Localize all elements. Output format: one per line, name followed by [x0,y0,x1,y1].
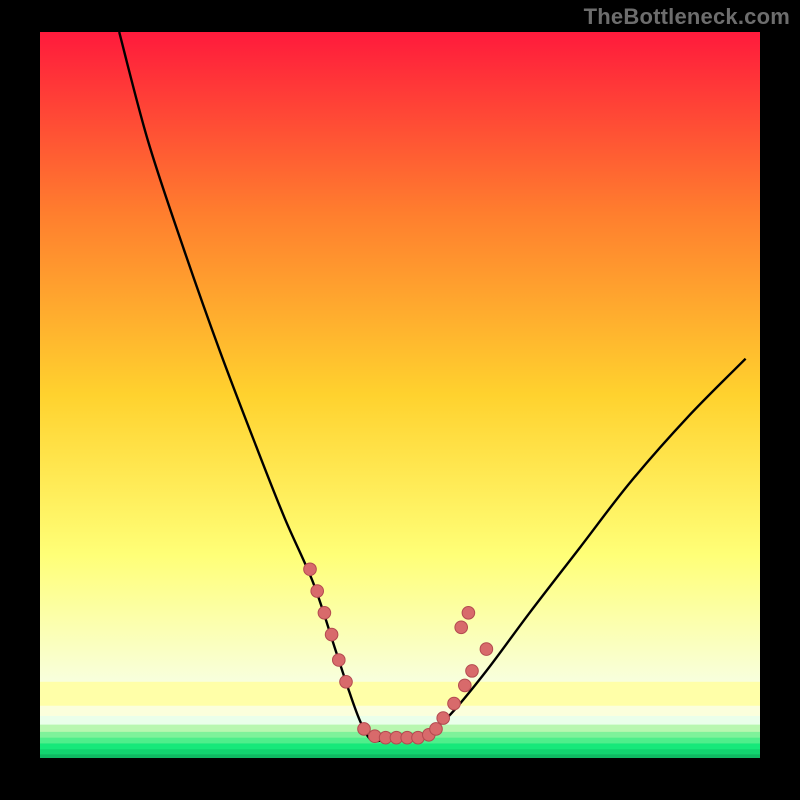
scatter-dot [304,563,317,576]
scatter-dot [430,723,443,736]
scatter-dot [437,712,450,725]
bottom-bands [40,682,760,758]
scatter-dot [311,585,324,598]
chart-stage: TheBottleneck.com [0,0,800,800]
scatter-dot [333,654,346,667]
scatter-dot [462,607,475,620]
chart-svg [40,32,760,758]
scatter-dot [480,643,493,656]
scatter-dot [325,628,338,641]
scatter-dot [340,675,353,688]
scatter-dot [448,697,461,710]
scatter-dot [358,723,371,736]
watermark-text: TheBottleneck.com [584,4,790,30]
scatter-dot [455,621,468,634]
plot-frame [40,32,760,758]
scatter-dot [318,607,331,620]
scatter-dot [466,665,479,678]
color-band [40,754,760,758]
scatter-dot [459,679,472,692]
